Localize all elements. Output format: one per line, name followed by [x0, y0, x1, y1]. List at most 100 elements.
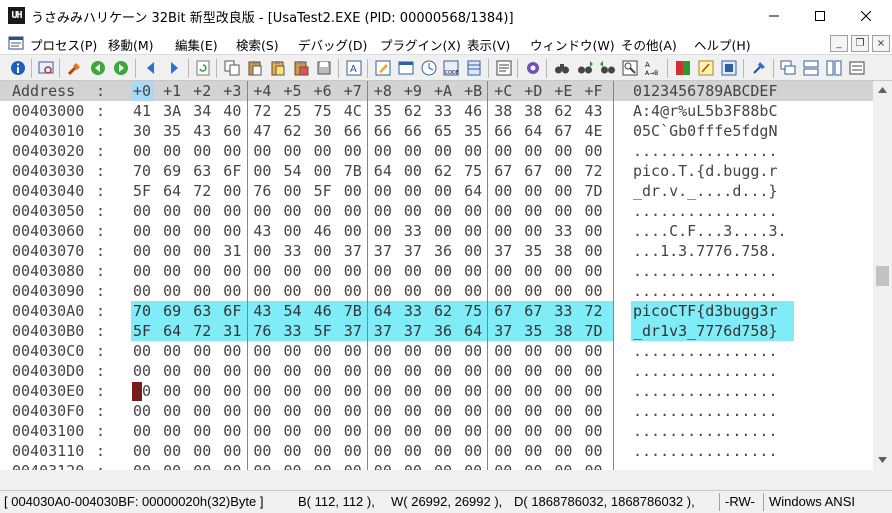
- hex-byte[interactable]: 00: [585, 261, 603, 281]
- hex-byte[interactable]: 00: [464, 201, 482, 221]
- hex-byte[interactable]: 30: [314, 121, 332, 141]
- hex-byte[interactable]: 00: [253, 421, 271, 441]
- maximize-button[interactable]: [797, 0, 843, 32]
- hex-byte[interactable]: 00: [524, 221, 542, 241]
- hex-byte[interactable]: 6F: [223, 161, 241, 181]
- hex-byte[interactable]: 00: [374, 381, 392, 401]
- hex-byte[interactable]: 00: [314, 441, 332, 461]
- hex-byte[interactable]: 00: [163, 341, 181, 361]
- ascii-text[interactable]: ................: [633, 401, 778, 421]
- hex-byte[interactable]: 00: [585, 281, 603, 301]
- hex-byte[interactable]: 46: [464, 101, 482, 121]
- hex-byte[interactable]: 00: [163, 361, 181, 381]
- hex-byte[interactable]: 00: [223, 381, 241, 401]
- hex-byte[interactable]: 00: [524, 181, 542, 201]
- hex-byte[interactable]: 00: [585, 341, 603, 361]
- column-header[interactable]: +D: [524, 81, 542, 101]
- hex-byte[interactable]: 00: [524, 261, 542, 281]
- hex-byte[interactable]: 00: [223, 401, 241, 421]
- hex-byte[interactable]: 00: [284, 281, 302, 301]
- refresh-icon[interactable]: [195, 60, 211, 76]
- hex-byte[interactable]: 00: [253, 261, 271, 281]
- hex-byte[interactable]: 7B: [344, 161, 362, 181]
- menu-other[interactable]: その他(A): [621, 35, 677, 54]
- hex-row[interactable]: 00403080: 00 00 00 00 00 00 00 00 00 00 00 00 00 00 00 0…: [0, 261, 873, 281]
- hex-byte[interactable]: 72: [585, 301, 603, 321]
- hex-byte[interactable]: 37: [404, 241, 422, 261]
- hex-byte[interactable]: 37: [374, 321, 392, 341]
- hex-byte[interactable]: 00: [585, 381, 603, 401]
- hex-byte[interactable]: 64: [464, 181, 482, 201]
- hex-byte[interactable]: 00: [284, 381, 302, 401]
- hex-byte[interactable]: 00: [374, 281, 392, 301]
- hex-byte[interactable]: 00: [133, 421, 151, 441]
- ascii-text[interactable]: pico.T.{d.bugg.r: [633, 161, 778, 181]
- hex-row[interactable]: 004030D0: 00 00 00 00 00 00 00 00 00 00 00 00 00 00 00 0…: [0, 361, 873, 381]
- hex-byte[interactable]: 00: [554, 281, 572, 301]
- hex-byte[interactable]: 00: [253, 141, 271, 161]
- ascii-text[interactable]: picoCTF{d3bugg3r: [633, 301, 778, 321]
- cascade-icon[interactable]: [780, 60, 796, 76]
- hex-byte[interactable]: 00: [223, 441, 241, 461]
- hex-byte[interactable]: 00: [344, 421, 362, 441]
- hex-row[interactable]: 004030B0: 5F 64 72 31 76 33 5F 37 37 37 36 64 37 35 38 7…: [0, 321, 873, 341]
- hex-byte[interactable]: 00: [133, 281, 151, 301]
- hex-row[interactable]: 00403040: 5F 64 72 00 76 00 5F 00 00 00 00 64 00 00 00 7…: [0, 181, 873, 201]
- hex-byte[interactable]: 00: [494, 261, 512, 281]
- hex-byte[interactable]: 00: [434, 261, 452, 281]
- hex-byte[interactable]: 76: [253, 321, 271, 341]
- hex-byte[interactable]: 00: [464, 441, 482, 461]
- hex-byte[interactable]: 00: [314, 361, 332, 381]
- hex-byte[interactable]: 00: [223, 461, 241, 470]
- hex-byte[interactable]: 38: [554, 241, 572, 261]
- hex-byte[interactable]: 00: [193, 381, 211, 401]
- hex-byte[interactable]: 00: [284, 181, 302, 201]
- hex-byte[interactable]: 00: [163, 381, 181, 401]
- hex-byte[interactable]: 40: [223, 101, 241, 121]
- hex-byte[interactable]: 00: [163, 421, 181, 441]
- menu-window[interactable]: ウィンドウ(W): [530, 35, 615, 54]
- hex-byte[interactable]: 00: [193, 221, 211, 241]
- hex-byte[interactable]: 00: [374, 441, 392, 461]
- hex-byte[interactable]: 00: [494, 281, 512, 301]
- hex-byte[interactable]: 00: [494, 461, 512, 470]
- search-icon[interactable]: [554, 60, 570, 76]
- hex-byte[interactable]: 62: [434, 301, 452, 321]
- hex-byte[interactable]: 00: [314, 401, 332, 421]
- hex-byte[interactable]: 00: [133, 141, 151, 161]
- hex-byte[interactable]: 00: [554, 401, 572, 421]
- hex-byte[interactable]: 00: [494, 361, 512, 381]
- hex-byte[interactable]: 00: [284, 141, 302, 161]
- hex-byte[interactable]: 70: [133, 161, 151, 181]
- hex-byte[interactable]: 43: [253, 221, 271, 241]
- hex-byte[interactable]: 00: [434, 221, 452, 241]
- hex-byte[interactable]: 31: [223, 241, 241, 261]
- hex-byte[interactable]: 00: [223, 341, 241, 361]
- hex-byte[interactable]: 00: [344, 401, 362, 421]
- hex-byte[interactable]: 00: [253, 361, 271, 381]
- ascii-text[interactable]: ....C.F...3....3.: [633, 221, 787, 241]
- hex-byte[interactable]: 67: [524, 301, 542, 321]
- hex-byte[interactable]: 4E: [585, 121, 603, 141]
- ascii-text[interactable]: ................: [633, 441, 778, 461]
- forward-green-icon[interactable]: [113, 60, 129, 76]
- hex-byte[interactable]: 00: [314, 381, 332, 401]
- hex-byte[interactable]: 00: [223, 181, 241, 201]
- search-prev-icon[interactable]: [600, 60, 616, 76]
- hex-byte[interactable]: 35: [524, 241, 542, 261]
- hex-byte[interactable]: 5F: [133, 321, 151, 341]
- hex-byte[interactable]: 00: [344, 361, 362, 381]
- hex-row[interactable]: 00403030: 70 69 63 6F 00 54 00 7B 64 00 62 75 67 67 00 7…: [0, 161, 873, 181]
- hex-byte[interactable]: 00: [404, 141, 422, 161]
- hex-byte[interactable]: 00: [374, 181, 392, 201]
- hex-byte[interactable]: 00: [163, 241, 181, 261]
- column-header[interactable]: +8: [374, 81, 392, 101]
- hex-byte[interactable]: 00: [163, 201, 181, 221]
- hex-byte[interactable]: 00: [314, 141, 332, 161]
- hex-byte[interactable]: 38: [494, 101, 512, 121]
- hex-byte[interactable]: 62: [404, 101, 422, 121]
- paste-icon[interactable]: [247, 60, 263, 76]
- hex-byte[interactable]: 00: [253, 461, 271, 470]
- hex-byte[interactable]: 00: [494, 441, 512, 461]
- hex-byte[interactable]: 00: [554, 441, 572, 461]
